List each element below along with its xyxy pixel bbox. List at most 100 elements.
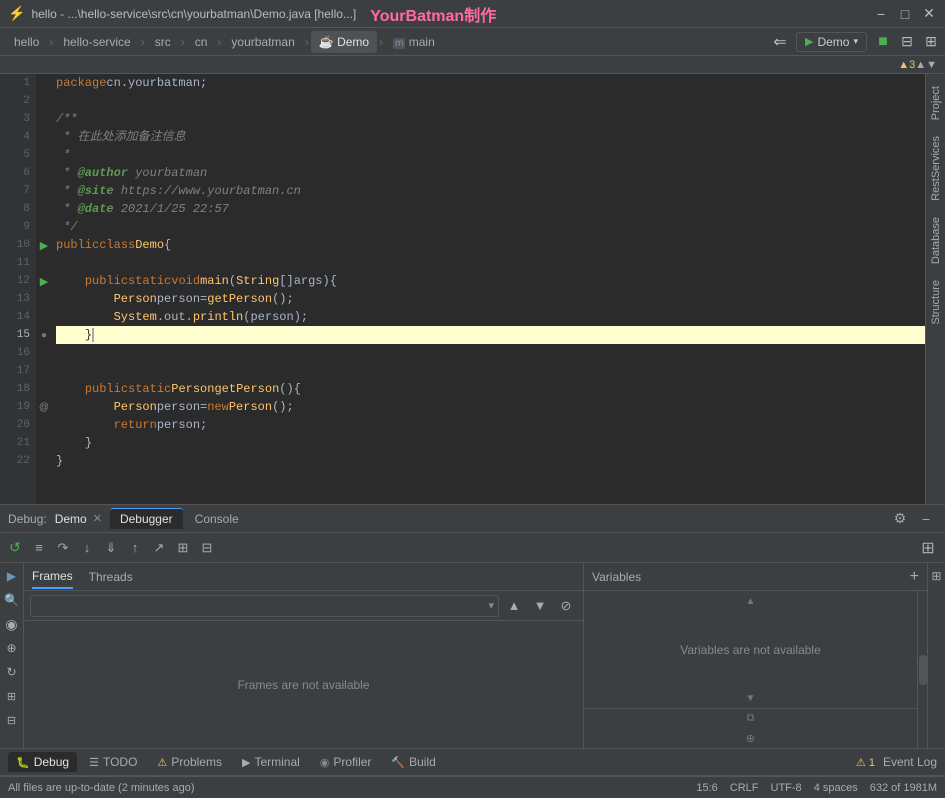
debug-icon-2[interactable]: 🔍 xyxy=(3,591,21,609)
line-gutter: 1 2 3 4 5 6 7 8 9 10 11 12 13 14 15 16 1… xyxy=(0,74,36,504)
problems-label: Problems xyxy=(171,755,222,769)
debug-force-step-into[interactable]: ⇓ xyxy=(100,537,122,559)
variables-add-btn[interactable]: + xyxy=(910,568,919,586)
debug-left-icons: ▶ 🔍 ◉ ⊕ ↻ ⊞ ⊟ xyxy=(0,563,24,748)
rest-services-tab[interactable]: RestServices xyxy=(928,128,944,209)
tab-right: ⇐ ▶ Demo ▾ ■ ⊟ ⊞ xyxy=(772,32,939,52)
debug-icon-3[interactable]: ◉ xyxy=(3,615,21,633)
add-variable-icon[interactable]: + xyxy=(910,568,919,585)
project-tab[interactable]: Project xyxy=(928,78,944,128)
debug-icon-6[interactable]: ⊞ xyxy=(3,687,21,705)
debug-minimize-button[interactable]: − xyxy=(915,508,937,530)
debug-icon-7[interactable]: ⊟ xyxy=(3,711,21,729)
code-line-7: * @site https://www.yourbatman.cn xyxy=(56,182,941,200)
nav-back-button[interactable]: ⇐ xyxy=(772,34,788,50)
line-22: 22 xyxy=(0,452,36,470)
debug-step-over[interactable]: ↷ xyxy=(52,537,74,559)
debug-step-out[interactable]: ↑ xyxy=(124,537,146,559)
debug-right-icon-1[interactable]: ⊞ xyxy=(928,567,945,585)
breadcrumb-cn[interactable]: cn xyxy=(187,31,216,53)
frames-dropdown[interactable]: ▾ xyxy=(30,595,499,617)
close-button[interactable]: ✕ xyxy=(921,6,937,22)
event-log-label[interactable]: Event Log xyxy=(883,755,937,769)
code-line-1: package cn.yourbatman; xyxy=(56,74,941,92)
debug-settings-icon[interactable]: ⊞ xyxy=(915,537,941,559)
debug-run-to-cursor[interactable]: ↗ xyxy=(148,537,170,559)
tab-frames[interactable]: Frames xyxy=(32,565,73,589)
var-scroll-down[interactable]: ▼ xyxy=(584,688,917,708)
frames-up-button[interactable]: ▲ xyxy=(503,595,525,617)
tab-threads[interactable]: Threads xyxy=(89,566,133,588)
run-config-dropdown[interactable]: ▶ Demo ▾ xyxy=(796,32,867,52)
breadcrumb-sep3: › xyxy=(181,35,185,49)
line-20: 20 xyxy=(0,416,36,434)
console-tab[interactable]: Console xyxy=(185,509,249,529)
debug-toolbar-list[interactable]: ≡ xyxy=(28,537,50,559)
code-line-11 xyxy=(56,254,941,272)
breadcrumb-src[interactable]: src xyxy=(147,31,179,53)
layout-button[interactable]: ⊟ xyxy=(899,34,915,50)
debug-settings-button[interactable]: ⚙ xyxy=(889,508,911,530)
debug-evaluate[interactable]: ⊟ xyxy=(196,537,218,559)
debug-tab-icon: 🐛 xyxy=(16,756,30,769)
line-6: 6 xyxy=(0,164,36,182)
debug-rerun-button[interactable]: ↺ xyxy=(4,537,26,559)
var-expand-btn[interactable]: ⊕ xyxy=(584,728,917,748)
maximize-button[interactable]: □ xyxy=(897,6,913,22)
warning-nav-up[interactable]: ▲ xyxy=(915,59,926,71)
debug-toolbar: ↺ ≡ ↷ ↓ ⇓ ↑ ↗ ⊞ ⊟ ⊞ xyxy=(0,533,945,563)
event-log-badge: ⚠ 1 xyxy=(856,756,875,769)
minimize-button[interactable]: − xyxy=(873,6,889,22)
frames-empty-label: Frames are not available xyxy=(237,678,369,692)
memory-usage[interactable]: 632 of 1981M xyxy=(870,782,937,794)
code-line-13: Person person = getPerson(); xyxy=(56,290,941,308)
statusbar-info: 15:6 CRLF UTF-8 4 spaces 632 of 1981M xyxy=(696,782,937,794)
statusbar-message: All files are up-to-date (2 minutes ago) xyxy=(8,782,688,794)
debug-icon-5[interactable]: ↻ xyxy=(3,663,21,681)
frames-filter-button[interactable]: ⊘ xyxy=(555,595,577,617)
debug-step-into[interactable]: ↓ xyxy=(76,537,98,559)
frames-down-button[interactable]: ▼ xyxy=(529,595,551,617)
debug-frames-btn[interactable]: ⊞ xyxy=(172,537,194,559)
debug-icon-4[interactable]: ⊕ xyxy=(3,639,21,657)
cursor-position[interactable]: 15:6 xyxy=(696,782,717,794)
warnings-bar: ▲ 3 ▲ ▼ xyxy=(0,56,945,74)
encoding[interactable]: UTF-8 xyxy=(771,782,802,794)
tab-build[interactable]: 🔨 Build xyxy=(383,752,443,772)
tab-terminal[interactable]: ▶ Terminal xyxy=(234,752,308,772)
structure-tab[interactable]: Structure xyxy=(928,272,944,333)
indent-info[interactable]: 4 spaces xyxy=(814,782,858,794)
titlebar-watermark: YourBatman制作 xyxy=(370,2,496,26)
line-11: 11 xyxy=(0,254,36,272)
run-button[interactable]: ■ xyxy=(875,34,891,50)
variables-scrollbar[interactable] xyxy=(917,591,927,748)
breadcrumb-hello[interactable]: hello xyxy=(6,31,47,53)
breadcrumb-yourbatman[interactable]: yourbatman xyxy=(223,31,302,53)
breadcrumb-sep5: › xyxy=(305,35,309,49)
code-line-14: System.out.println(person); xyxy=(56,308,941,326)
debug-session-close[interactable]: ✕ xyxy=(93,512,102,525)
line-4: 4 xyxy=(0,128,36,146)
tab-profiler[interactable]: ◉ Profiler xyxy=(312,752,380,772)
database-tab[interactable]: Database xyxy=(928,209,944,272)
tab-problems[interactable]: ⚠ Problems xyxy=(149,752,230,772)
tab-todo[interactable]: ☰ TODO xyxy=(81,752,145,772)
debug-icon-1[interactable]: ▶ xyxy=(3,567,21,585)
line-ending[interactable]: CRLF xyxy=(730,782,759,794)
menu-button[interactable]: ⊞ xyxy=(923,34,939,50)
code-content[interactable]: package cn.yourbatman; /** * 在此处添加备注信息 *… xyxy=(36,74,945,504)
breadcrumb-main[interactable]: m main xyxy=(385,31,443,53)
titlebar-controls: − □ ✕ xyxy=(873,6,937,22)
line-19: 19 xyxy=(0,398,36,416)
frames-toolbar: ▾ ▲ ▼ ⊘ xyxy=(24,591,583,621)
debugger-tab[interactable]: Debugger xyxy=(110,508,183,529)
scrollbar-thumb[interactable] xyxy=(919,655,927,685)
tab-debug[interactable]: 🐛 Debug xyxy=(8,752,77,772)
breadcrumb-service[interactable]: hello-service xyxy=(55,31,138,53)
var-scroll-up[interactable]: ▲ xyxy=(584,591,917,611)
breadcrumb-demo[interactable]: ☕ Demo xyxy=(311,31,377,53)
variables-empty-content: Variables are not available xyxy=(584,611,917,688)
var-copy-btn[interactable]: ⧉ xyxy=(584,708,917,728)
titlebar-title: hello - ...\hello-service\src\cn\yourbat… xyxy=(31,7,356,21)
warning-nav-down[interactable]: ▼ xyxy=(926,59,937,71)
